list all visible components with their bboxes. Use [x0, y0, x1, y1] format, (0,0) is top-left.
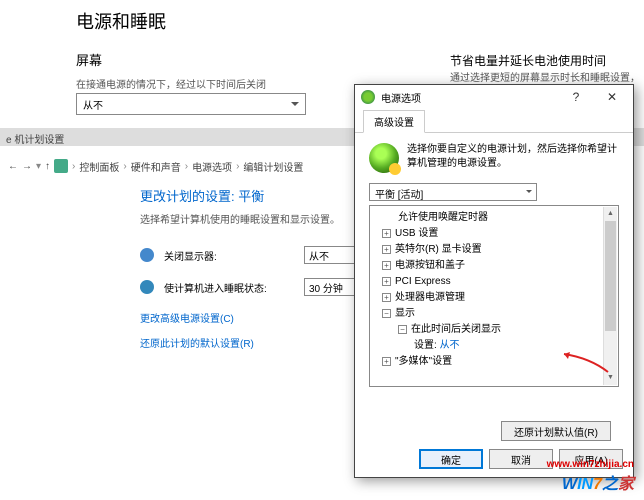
- settings-tree[interactable]: 允许使用唤醒定时器 +USB 设置 +英特尔(R) 显卡设置 +电源按钮和盖子 …: [369, 205, 619, 387]
- bc-item[interactable]: 控制面板: [79, 159, 119, 174]
- collapse-icon[interactable]: −: [382, 309, 391, 318]
- expand-icon[interactable]: +: [382, 229, 391, 238]
- nav-back-icon[interactable]: ←: [8, 161, 18, 172]
- expand-icon[interactable]: +: [382, 261, 391, 270]
- dialog-intro: 选择你要自定义的电源计划，然后选择你希望计算机管理的电源设置。: [407, 143, 619, 173]
- close-button[interactable]: ✕: [597, 86, 627, 108]
- screen-off-label: 在接通电源的情况下，经过以下时间后关闭: [76, 76, 266, 91]
- bc-item[interactable]: 电源选项: [192, 159, 232, 174]
- setting-value[interactable]: 从不: [440, 340, 460, 351]
- expand-icon[interactable]: +: [382, 277, 391, 286]
- expand-icon[interactable]: +: [382, 357, 391, 366]
- tree-scrollbar[interactable]: ▲ ▼: [603, 207, 617, 385]
- power-icon: [361, 90, 375, 104]
- watermark: www.win7zhijia.cn WIN7之家: [547, 459, 634, 494]
- tip-title: 节省电量并延长电池使用时间: [450, 52, 606, 69]
- cancel-button[interactable]: 取消: [489, 449, 553, 469]
- sleep-icon: [140, 280, 154, 294]
- plan-select-dropdown[interactable]: 平衡 [活动]: [369, 183, 537, 201]
- tab-advanced[interactable]: 高级设置: [363, 110, 425, 133]
- dialog-title: 电源选项: [381, 90, 421, 105]
- ok-button[interactable]: 确定: [419, 449, 483, 469]
- control-panel-icon: [54, 159, 68, 173]
- power-plan-icon: [369, 143, 399, 173]
- collapse-icon[interactable]: −: [398, 325, 407, 334]
- restore-plan-button[interactable]: 还原计划默认值(R): [501, 421, 611, 441]
- nav-fwd-icon[interactable]: →: [22, 161, 32, 172]
- power-options-dialog: 电源选项 ? ✕ 高级设置 选择你要自定义的电源计划，然后选择你希望计算机管理的…: [354, 84, 634, 478]
- page-title: 电源和睡眠: [76, 8, 166, 34]
- bc-item[interactable]: 编辑计划设置: [243, 159, 303, 174]
- screen-off-dropdown[interactable]: 从不: [76, 93, 306, 115]
- nav-up-icon[interactable]: ↑: [45, 161, 50, 172]
- expand-icon[interactable]: +: [382, 245, 391, 254]
- display-off-label: 关闭显示器:: [164, 248, 294, 263]
- sleep-label: 使计算机进入睡眠状态:: [164, 280, 294, 295]
- expand-icon[interactable]: +: [382, 293, 391, 302]
- display-icon: [140, 248, 154, 262]
- bc-item[interactable]: 硬件和声音: [131, 159, 181, 174]
- section-screen: 屏幕: [76, 50, 102, 69]
- breadcrumb[interactable]: ← → ▾ ↑ › 控制面板 › 硬件和声音 › 电源选项 › 编辑计划设置: [8, 156, 344, 176]
- help-button[interactable]: ?: [561, 86, 591, 108]
